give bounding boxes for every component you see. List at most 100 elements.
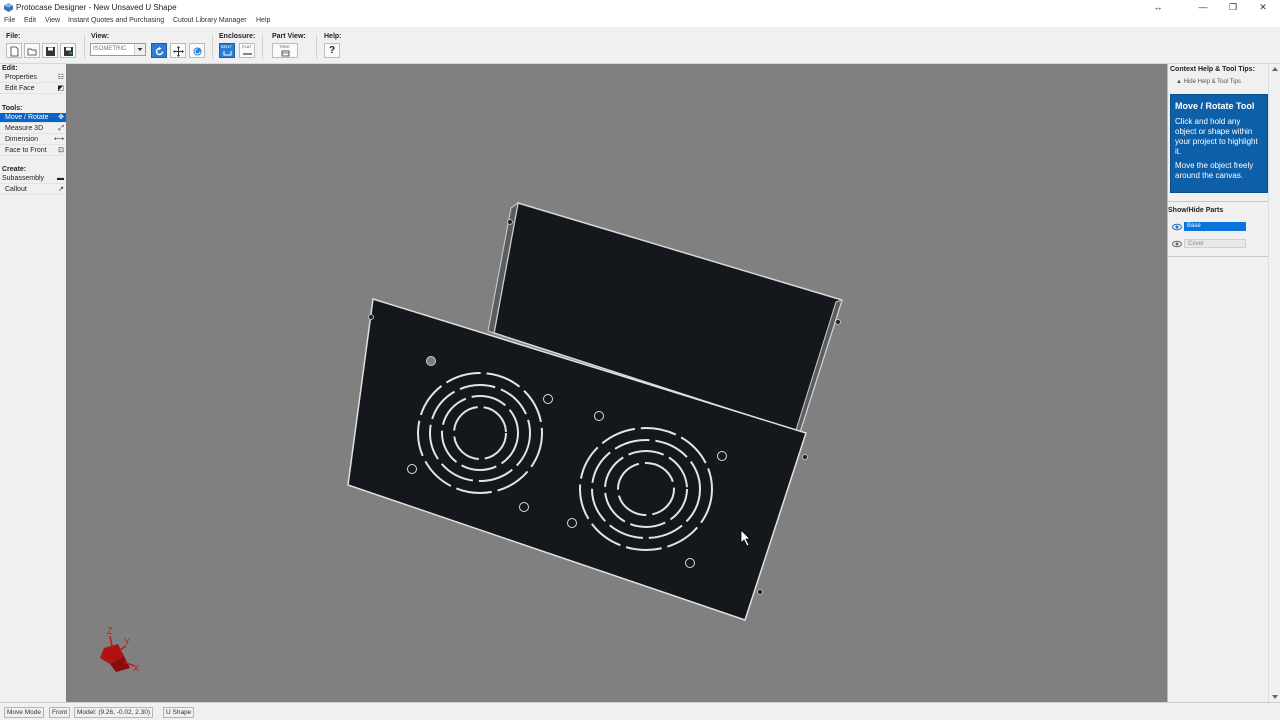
flat-view-button[interactable]: FLAT [239,43,255,58]
open-folder-icon [27,48,37,56]
view-select[interactable]: ISOMETRIC [90,43,146,56]
hide-help-label: Hide Help & Tool Tips [1183,79,1241,85]
help-title: Move / Rotate Tool [1175,101,1255,111]
tree-icon [281,50,290,57]
restore-button[interactable]: ❐ [1218,0,1248,15]
tool-measure-3d[interactable]: Measure 3D ⤢ [0,124,66,134]
toolbar: File: View: Enclosure: BENT FLAT Part Vi… [0,27,1280,64]
status-shape: U Shape [163,707,195,718]
axis-y-label: Y [124,637,130,647]
save-as-button[interactable] [60,43,76,58]
3d-canvas[interactable]: Z Y X [66,64,1167,702]
menu-view[interactable]: View [45,17,60,24]
tool-move-rotate[interactable]: Move / Rotate ✥ [0,113,66,123]
left-panel: Edit: Properties ☷ Edit Face ◩ Tools: Move… [0,64,66,702]
part-row-cover[interactable]: Cover [1172,239,1252,249]
rotate-icon [155,46,164,56]
menu-help[interactable]: Help [256,17,270,24]
window-title: Protocase Designer - New Unsaved U Shape [16,3,177,12]
tree-label: TREE [279,44,290,49]
hide-help-link[interactable]: ▲ Hide Help & Tool Tips [1176,79,1241,85]
resize-icon[interactable]: ↔ [1143,0,1173,15]
part-label: Cover [1184,239,1246,248]
menu-edit[interactable]: Edit [24,17,36,24]
help-text-1: Click and hold any object or shape withi… [1175,117,1258,156]
help-group-label: Help: [324,33,342,40]
save-icon [46,47,55,56]
right-panel: Context Help & Tool Tips: ▲ Hide Help & … [1167,64,1280,702]
flat-shape-icon [243,53,252,55]
create-callout[interactable]: Callout ↗ [0,185,66,195]
axis-x-label: X [133,663,139,673]
help-box: Move / Rotate Tool Click and hold any ob… [1170,94,1268,193]
eye-icon[interactable] [1172,223,1182,231]
refresh-icon [193,47,202,56]
partview-group-label: Part View: [272,33,306,40]
model-view[interactable]: Z Y X [66,64,1167,702]
create-subassembly[interactable]: Subassembly ▬ [0,174,66,184]
file-group-label: File: [6,33,21,40]
enclosure-group-label: Enclosure: [219,33,256,40]
toolbar-separator [316,35,317,59]
divider [1168,256,1268,257]
measure-icon: ⤢ [58,125,64,132]
properties-icon: ☷ [57,74,64,81]
toolbar-separator [212,35,213,59]
toolbar-separator [84,35,85,59]
create-label: Subassembly [2,175,45,182]
scroll-up-icon[interactable] [1271,66,1279,72]
eye-icon[interactable] [1172,240,1182,248]
view-group-label: View: [91,33,110,40]
show-hide-parts-label: Show/Hide Parts [1168,207,1224,214]
scrollbar[interactable] [1268,64,1280,702]
context-help-header: Context Help & Tool Tips: [1170,66,1255,73]
edit-item-label: Properties [5,74,37,81]
pan-view-button[interactable] [170,43,186,58]
callout-icon: ↗ [58,186,64,193]
status-model-coords: Model: (9.26, -0.02, 2.30) [74,707,153,718]
status-mode: Move Mode [4,707,44,718]
menu-instant-quotes[interactable]: Instant Quotes and Purchasing [68,17,164,24]
tool-label: Measure 3D [5,125,44,132]
scroll-down-icon[interactable] [1271,694,1279,700]
part-row-base[interactable]: Base [1172,222,1252,232]
help-button[interactable]: ? [324,43,340,58]
divider [1168,201,1268,202]
tree-view-button[interactable]: TREE [272,43,298,58]
new-file-button[interactable] [6,43,22,58]
help-text-2: Move the object freely around the canvas… [1175,161,1254,180]
axis-z-label: Z [107,626,113,636]
create-label: Callout [5,186,27,193]
open-file-button[interactable] [24,43,40,58]
edit-item-label: Edit Face [5,85,35,92]
close-button[interactable]: ✕ [1248,0,1278,15]
question-mark-icon: ? [329,45,336,56]
subassembly-icon: ▬ [57,175,64,182]
reset-view-button[interactable] [189,43,205,58]
menu-file[interactable]: File [4,17,15,24]
edit-item-properties[interactable]: Properties ☷ [0,73,66,83]
bent-shape-icon [223,51,232,56]
part-label: Base [1184,222,1246,231]
move-arrows-icon [173,46,184,57]
flat-label: FLAT [242,44,252,49]
tool-dimension[interactable]: Dimension ⟷ [0,135,66,145]
menu-cutout-library[interactable]: Cutout Library Manager [173,17,247,24]
tool-label: Face to Front [5,147,47,154]
title-bar: Protocase Designer - New Unsaved U Shape… [0,0,1280,15]
bent-view-button[interactable]: BENT [219,43,235,58]
tool-label: Move / Rotate [5,114,49,121]
save-button[interactable] [42,43,58,58]
status-bar: Move Mode Front Model: (9.26, -0.02, 2.3… [0,702,1280,720]
minimize-button[interactable]: — [1188,0,1218,15]
rotate-view-button[interactable] [151,43,167,58]
face-front-icon: ⊡ [58,147,64,154]
edit-item-edit-face[interactable]: Edit Face ◩ [0,84,66,94]
create-section-label: Create: [2,166,27,173]
chevron-down-icon[interactable] [134,44,145,55]
tool-face-to-front[interactable]: Face to Front ⊡ [0,146,66,156]
menu-bar: File Edit View Instant Quotes and Purcha… [0,15,1280,27]
edit-face-icon: ◩ [57,85,64,92]
new-file-icon [10,46,19,57]
toolbar-separator [262,35,263,59]
